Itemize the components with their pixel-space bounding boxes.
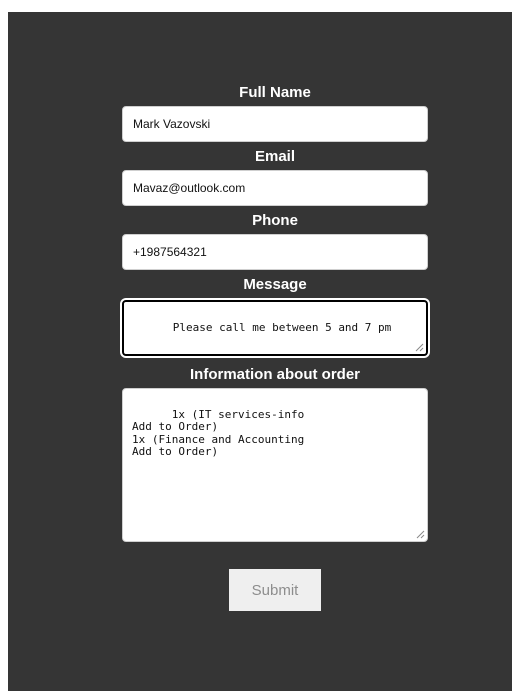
submit-row: Submit xyxy=(122,569,428,611)
message-textarea[interactable]: Please call me between 5 and 7 pm xyxy=(122,300,428,356)
message-label: Message xyxy=(243,276,307,293)
phone-input[interactable]: +1987564321 xyxy=(122,234,428,270)
resize-grip-icon[interactable] xyxy=(415,343,424,352)
submit-button[interactable]: Submit xyxy=(229,569,321,611)
message-text: Please call me between 5 and 7 pm xyxy=(172,320,392,334)
order-info-text: 1x (IT services-info Add to Order) 1x (F… xyxy=(132,407,305,458)
full-name-label: Full Name xyxy=(239,84,311,101)
order-info-label: Information about order xyxy=(190,366,360,383)
email-label: Email xyxy=(254,148,296,165)
phone-label: Phone xyxy=(252,212,298,229)
email-input[interactable]: Mavaz@outlook.com xyxy=(122,170,428,206)
full-name-input[interactable]: Mark Vazovski xyxy=(122,106,428,142)
contact-order-form: Full Name Mark Vazovski Email Mavaz@outl… xyxy=(122,84,428,611)
form-panel: Full Name Mark Vazovski Email Mavaz@outl… xyxy=(8,12,512,691)
resize-grip-icon[interactable] xyxy=(416,530,425,539)
order-info-textarea[interactable]: 1x (IT services-info Add to Order) 1x (F… xyxy=(122,388,428,542)
